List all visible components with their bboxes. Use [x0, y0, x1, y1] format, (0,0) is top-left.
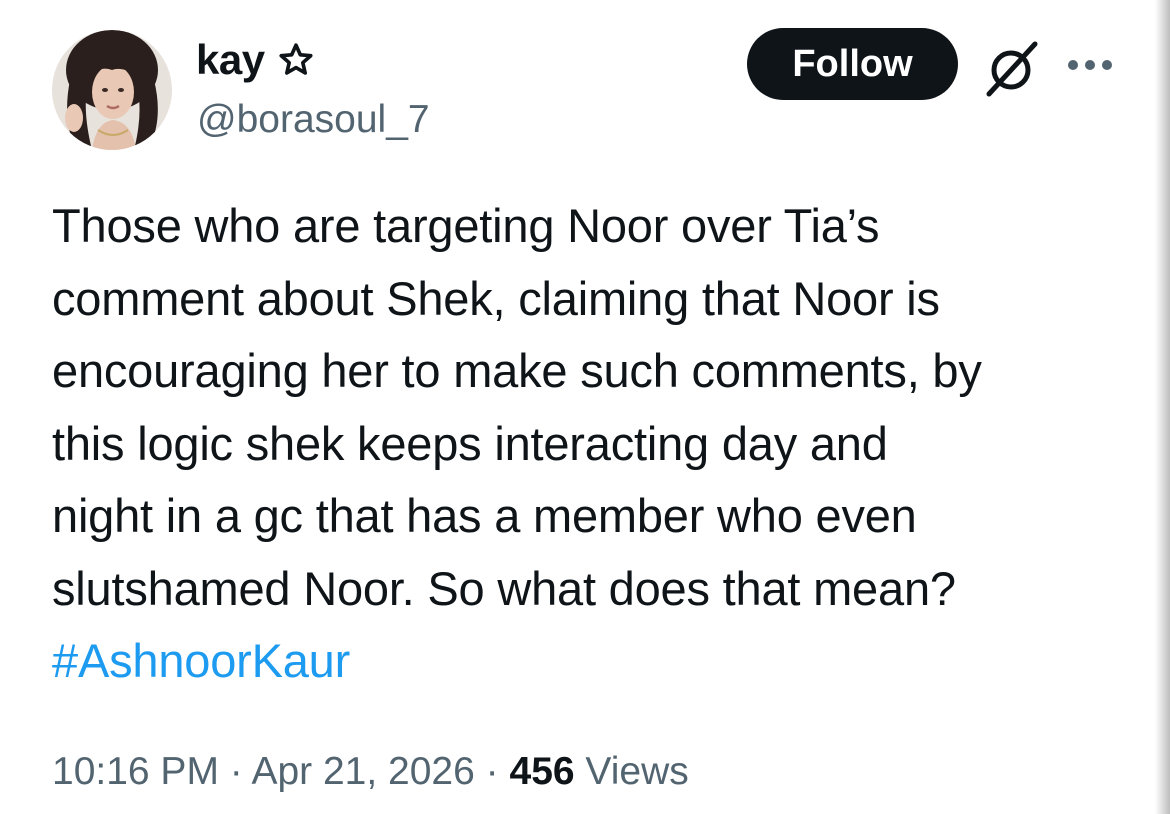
hashtag-link[interactable]: #AshnoorKaur: [52, 634, 350, 687]
tweet-text-line: this logic shek keeps interacting day an…: [52, 416, 888, 470]
views-label: Views: [585, 750, 689, 793]
meta-separator: ·: [485, 750, 499, 793]
avatar[interactable]: [52, 30, 172, 150]
tweet-time[interactable]: 10:16 PM: [52, 750, 219, 793]
window-edge: [1155, 0, 1170, 814]
author-handle[interactable]: @borasoul_7: [197, 96, 430, 144]
tweet-text-line: comment about Shek, claiming that Noor i…: [52, 271, 940, 325]
tweet-text-line: slutshamed Noor. So what does that mean?: [52, 561, 956, 615]
follow-button[interactable]: Follow: [747, 28, 958, 100]
tweet-meta: 10:16 PM · Apr 21, 2026 · 456 Views: [52, 744, 689, 800]
tweet-text-line: encouraging her to make such comments, b…: [52, 344, 982, 397]
star-outline-icon: [279, 43, 313, 75]
profile-photo: [52, 30, 172, 150]
display-name[interactable]: kay: [196, 34, 265, 86]
views-count[interactable]: 456: [510, 750, 575, 793]
grok-slash-circle-icon[interactable]: [980, 38, 1042, 100]
more-horizontal-icon[interactable]: [1066, 58, 1114, 72]
author-name-row: kay: [196, 34, 315, 86]
tweet-text: Those who are targeting Noor over Tia’s …: [52, 190, 1142, 698]
meta-separator: ·: [229, 750, 243, 793]
tweet-text-line: night in a gc that has a member who even: [52, 489, 917, 542]
tweet-date[interactable]: Apr 21, 2026: [251, 750, 474, 793]
tweet-text-line: Those who are targeting Noor over Tia’s: [52, 199, 880, 252]
